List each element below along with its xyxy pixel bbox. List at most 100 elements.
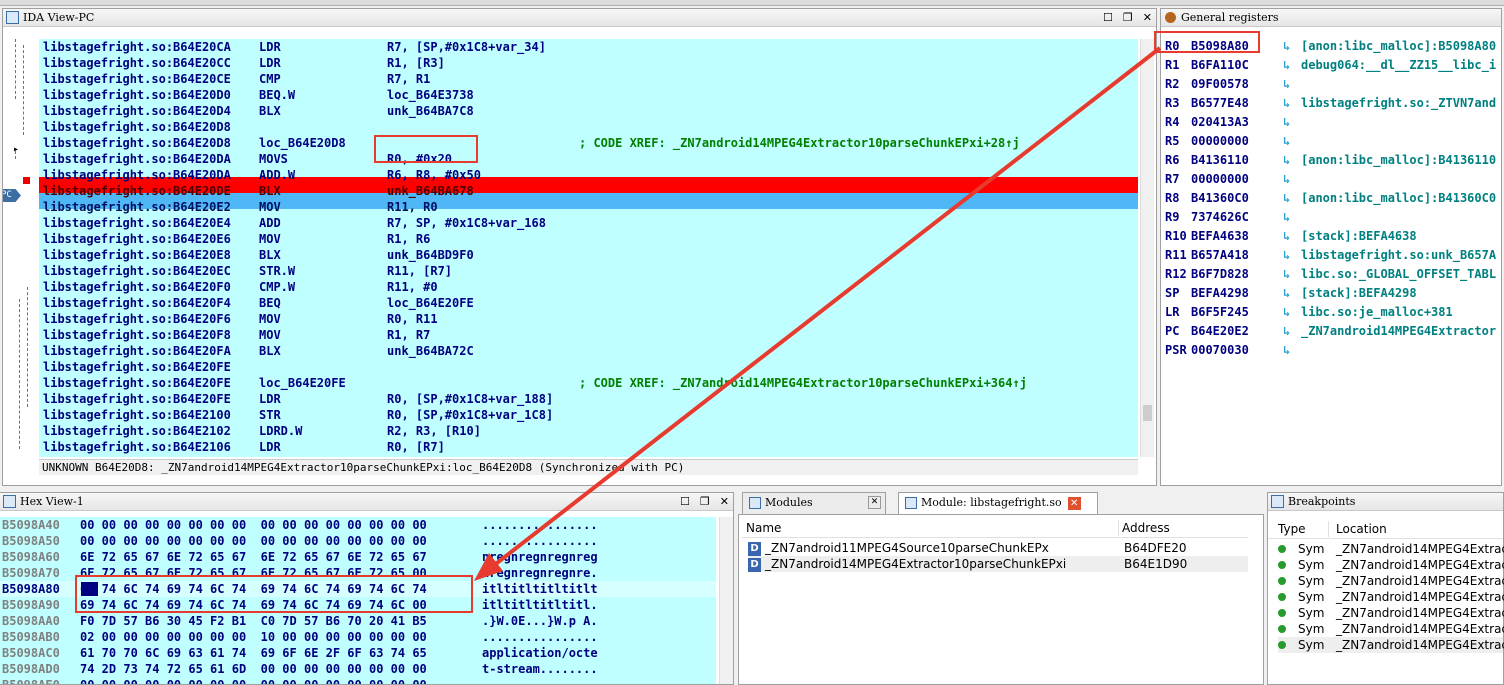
jump-arrow-icon[interactable]: ↳	[1283, 75, 1301, 94]
disasm-line[interactable]: libstagefright.so:B64E20FE	[43, 359, 579, 375]
breakpoint-row[interactable]: Sym _ZN7android14MPEG4Extract	[1278, 557, 1504, 573]
register-value[interactable]: B4136110	[1191, 151, 1283, 170]
jump-arrow-icon[interactable]: ↳	[1283, 170, 1301, 189]
close-icon[interactable]: ✕	[720, 493, 729, 510]
disasm-line[interactable]: libstagefright.so:B64E20FE LDR R0, [SP,#0x…	[43, 391, 579, 407]
jump-arrow-icon[interactable]: ↳	[1283, 189, 1301, 208]
register-row[interactable]: LR B6F5F245 ↳ libc.so:je_malloc+381	[1165, 303, 1453, 322]
register-row[interactable]: R12 B6F7D828 ↳ libc.so:_GLOBAL_OFFSET_TABL	[1165, 265, 1496, 284]
ida-vertical-scrollbar[interactable]	[1140, 39, 1154, 457]
disasm-line[interactable]: libstagefright.so:B64E20EC STR.W R11, [R7]	[43, 263, 579, 279]
register-row[interactable]: R1 B6FA110C ↳ debug064:__dl__ZZ15__libc_i	[1165, 56, 1496, 75]
register-value[interactable]: BEFA4298	[1191, 284, 1283, 303]
minimize-icon[interactable]: ☐	[680, 493, 690, 510]
register-value[interactable]: 00000000	[1191, 170, 1283, 189]
register-row[interactable]: R7 00000000 ↳	[1165, 170, 1301, 189]
register-row[interactable]: R4 020413A3 ↳	[1165, 113, 1301, 132]
hex-row[interactable]: B5098A40 00 00 00 00 00 00 00 00 00 00 00…	[0, 517, 716, 533]
jump-arrow-icon[interactable]: ↳	[1283, 341, 1301, 360]
register-value[interactable]: B6577E48	[1191, 94, 1283, 113]
breakpoint-row[interactable]: Sym _ZN7android14MPEG4Extract	[1278, 589, 1504, 605]
module-row[interactable]: D _ZN7android14MPEG4Extractor10parseChunk…	[748, 556, 1248, 572]
jump-arrow-icon[interactable]: ↳	[1283, 151, 1301, 170]
register-value[interactable]: B6F5F245	[1191, 303, 1283, 322]
disasm-line[interactable]: libstagefright.so:B64E20DA MOVS R0, #0x20	[43, 151, 579, 167]
hex-row[interactable]: B5098AC0 61 70 70 6C 69 63 61 74 69 6F 6E…	[0, 645, 716, 661]
disasm-line[interactable]: libstagefright.so:B64E20E8 BLX unk_B64BD9F…	[43, 247, 579, 263]
register-value[interactable]: 09F00578	[1191, 75, 1283, 94]
breakpoint-row[interactable]: Sym _ZN7android14MPEG4Extract	[1278, 621, 1504, 637]
register-value[interactable]: 7374626C	[1191, 208, 1283, 227]
restore-icon[interactable]: ❐	[1123, 9, 1133, 26]
disasm-line[interactable]: libstagefright.so:B64E20E6 MOV R1, R6	[43, 231, 579, 247]
register-row[interactable]: PSR 00070030 ↳	[1165, 341, 1301, 360]
register-value[interactable]: 020413A3	[1191, 113, 1283, 132]
disasm-line[interactable]: libstagefright.so:B64E20CA LDR R7, [SP,#0x…	[43, 39, 579, 55]
disasm-line[interactable]: libstagefright.so:B64E20FA BLX unk_B64BA72…	[43, 343, 579, 359]
disasm-line[interactable]: libstagefright.so:B64E20D0 BEQ.W loc_B64E3…	[43, 87, 579, 103]
breakpoint-row[interactable]: Sym _ZN7android14MPEG4Extract	[1278, 541, 1504, 557]
hex-row[interactable]: B5098AD0 74 2D 73 74 72 65 61 6D 00 00 00…	[0, 661, 716, 677]
hex-row[interactable]: B5098AB0 02 00 00 00 00 00 00 00 10 00 00…	[0, 629, 716, 645]
hex-row[interactable]: B5098AA0 F0 7D 57 B6 30 45 F2 B1 C0 7D 57…	[0, 613, 716, 629]
register-row[interactable]: R2 09F00578 ↳	[1165, 75, 1301, 94]
jump-arrow-icon[interactable]: ↳	[1283, 322, 1301, 341]
jump-arrow-icon[interactable]: ↳	[1283, 113, 1301, 132]
col-location[interactable]: Location	[1336, 519, 1387, 539]
tab-modules[interactable]: Modules ✕	[742, 492, 886, 514]
register-row[interactable]: SP BEFA4298 ↳ [stack]:BEFA4298	[1165, 284, 1417, 303]
register-row[interactable]: R11 B657A418 ↳ libstagefright.so:unk_B657A	[1165, 246, 1496, 265]
breakpoint-enabled-icon[interactable]	[1278, 625, 1286, 633]
breakpoint-enabled-icon[interactable]	[1278, 545, 1286, 553]
breakpoint-dot-icon[interactable]	[23, 177, 30, 184]
jump-arrow-icon[interactable]: ↳	[1283, 227, 1301, 246]
jump-arrow-icon[interactable]: ↳	[1283, 284, 1301, 303]
disasm-line[interactable]: libstagefright.so:B64E20F8 MOV R1, R7	[43, 327, 579, 343]
register-value[interactable]: BEFA4638	[1191, 227, 1283, 246]
jump-arrow-icon[interactable]: ↳	[1283, 132, 1301, 151]
register-row[interactable]: R6 B4136110 ↳ [anon:libc_malloc]:B4136110	[1165, 151, 1496, 170]
breakpoint-enabled-icon[interactable]	[1278, 609, 1286, 617]
disasm-line[interactable]: libstagefright.so:B64E20FE loc_B64E20FE ; …	[43, 375, 1027, 391]
tab-module-libstagefright[interactable]: Module: libstagefright.so ✕	[898, 492, 1098, 514]
breakpoint-row[interactable]: Sym _ZN7android14MPEG4Extract	[1278, 605, 1504, 621]
hex-row[interactable]: B5098A60 6E 72 65 67 6E 72 65 67 6E 72 65…	[0, 549, 716, 565]
jump-arrow-icon[interactable]: ↳	[1283, 208, 1301, 227]
disasm-line[interactable]: libstagefright.so:B64E2100 STR R0, [SP,#0x…	[43, 407, 579, 423]
disasm-line[interactable]: libstagefright.so:B64E20D4 BLX unk_B64BA7C…	[43, 103, 579, 119]
register-row[interactable]: PC B64E20E2 ↳ _ZN7android14MPEG4Extractor	[1165, 322, 1496, 341]
restore-icon[interactable]: ❐	[700, 493, 710, 510]
jump-arrow-icon[interactable]: ↳	[1283, 56, 1301, 75]
col-address[interactable]: Address	[1122, 518, 1170, 538]
disasm-line[interactable]: libstagefright.so:B64E20D8 loc_B64E20D8 ; …	[43, 135, 1020, 151]
disasm-line[interactable]: libstagefright.so:B64E20E4 ADD R7, SP, #0x…	[43, 215, 579, 231]
breakpoint-enabled-icon[interactable]	[1278, 577, 1286, 585]
register-value[interactable]: 00070030	[1191, 341, 1283, 360]
jump-arrow-icon[interactable]: ↳	[1283, 37, 1301, 56]
register-row[interactable]: R5 00000000 ↳	[1165, 132, 1301, 151]
hex-row[interactable]: B5098AE0 00 00 00 00 00 00 00 00 00 00 00…	[0, 677, 716, 684]
register-value[interactable]: 00000000	[1191, 132, 1283, 151]
disasm-line[interactable]: libstagefright.so:B64E20F0 CMP.W R11, #0	[43, 279, 579, 295]
disasm-line[interactable]: libstagefright.so:B64E20E2 MOV R11, R0	[43, 199, 579, 215]
hex-vertical-scrollbar[interactable]	[719, 517, 733, 684]
register-row[interactable]: R3 B6577E48 ↳ libstagefright.so:_ZTVN7and	[1165, 94, 1496, 113]
scroll-thumb[interactable]	[1143, 405, 1152, 421]
register-row[interactable]: R8 B41360C0 ↳ [anon:libc_malloc]:B41360C0	[1165, 189, 1496, 208]
jump-arrow-icon[interactable]: ↳	[1283, 265, 1301, 284]
close-icon[interactable]: ✕	[868, 496, 881, 509]
hex-row[interactable]: B5098A50 00 00 00 00 00 00 00 00 00 00 00…	[0, 533, 716, 549]
disasm-line[interactable]: libstagefright.so:B64E20F6 MOV R0, R11	[43, 311, 579, 327]
register-row[interactable]: R9 7374626C ↳	[1165, 208, 1301, 227]
minimize-icon[interactable]: ☐	[1103, 9, 1113, 26]
module-row[interactable]: D _ZN7android11MPEG4Source10parseChunkEPx…	[748, 540, 1248, 556]
disasm-line[interactable]: libstagefright.so:B64E2106 LDR R0, [R7]	[43, 439, 579, 455]
register-value[interactable]: B6F7D828	[1191, 265, 1283, 284]
jump-arrow-icon[interactable]: ↳	[1283, 246, 1301, 265]
disasm-line[interactable]: libstagefright.so:B64E20CC LDR R1, [R3]	[43, 55, 579, 71]
disasm-line[interactable]: libstagefright.so:B64E20DE BLX unk_B64BA67…	[43, 183, 579, 199]
register-value[interactable]: B657A418	[1191, 246, 1283, 265]
register-row[interactable]: R10 BEFA4638 ↳ [stack]:BEFA4638	[1165, 227, 1417, 246]
jump-arrow-icon[interactable]: ↳	[1283, 94, 1301, 113]
breakpoint-enabled-icon[interactable]	[1278, 641, 1286, 649]
